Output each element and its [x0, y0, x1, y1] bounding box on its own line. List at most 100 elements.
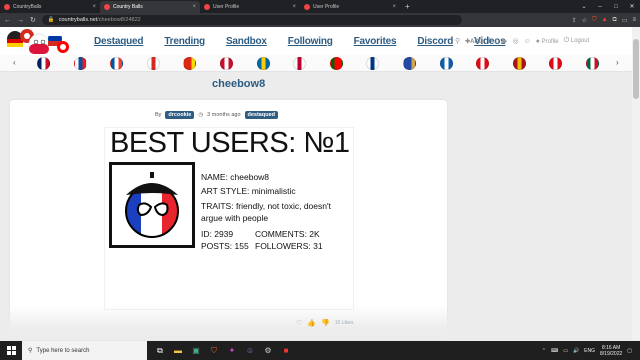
thumbs-down-icon[interactable]: 👎: [321, 319, 330, 327]
rewards-icon[interactable]: ▲: [602, 17, 608, 23]
facebook-icon[interactable]: f: [488, 38, 490, 45]
chevron-down-icon[interactable]: ⌄: [576, 1, 592, 13]
flag-canada-like-icon[interactable]: [146, 57, 160, 70]
flag-denmark-icon[interactable]: [220, 57, 233, 70]
lock-icon[interactable]: 🔒: [48, 17, 55, 23]
power-icon: ⏻: [563, 37, 570, 44]
france-ball-icon: [125, 172, 179, 238]
file-explorer-icon[interactable]: ▬: [169, 341, 187, 360]
twitter-icon[interactable]: t: [495, 38, 497, 45]
countryballs-favicon-icon: [104, 4, 110, 10]
close-tab-icon[interactable]: ×: [392, 4, 396, 10]
info-traits: TRAITS: friendly, not toxic, doesn't arg…: [201, 201, 331, 223]
search-icon[interactable]: ⚲: [455, 37, 460, 45]
countryballs-logo[interactable]: [3, 27, 73, 55]
nav-following[interactable]: Following: [288, 36, 333, 47]
forward-icon[interactable]: →: [17, 17, 24, 24]
brave-shield-icon[interactable]: ⛉: [592, 17, 597, 24]
info-id: ID: 2939: [201, 229, 234, 239]
discord-app-icon[interactable]: ☺: [241, 341, 259, 360]
volume-icon[interactable]: 🔊: [573, 348, 579, 354]
notifications-icon[interactable]: ▢: [627, 348, 632, 354]
browser-tab[interactable]: User Profile ×: [200, 1, 300, 13]
flag-japan-icon[interactable]: [293, 57, 307, 70]
keyboard-icon[interactable]: ⌨: [551, 348, 558, 354]
flag-uk-icon[interactable]: [37, 57, 50, 70]
language-indicator[interactable]: ENG: [584, 348, 595, 354]
reload-icon[interactable]: ↻: [30, 16, 36, 24]
chevron-up-icon[interactable]: ⌃: [542, 348, 546, 354]
youtube-icon[interactable]: ▶: [502, 37, 507, 45]
steam-icon[interactable]: ⚙: [259, 341, 277, 360]
flag-sweden-icon[interactable]: [256, 57, 270, 70]
flag-china-icon[interactable]: [183, 57, 197, 70]
extensions-icon[interactable]: ⧉: [613, 17, 617, 24]
profile-link[interactable]: ● Profile: [536, 38, 559, 45]
chevron-right-icon[interactable]: ›: [616, 58, 619, 67]
url-host: countryballs.net: [58, 17, 98, 23]
add-label: ADD: [470, 38, 484, 45]
nav-discord[interactable]: Discord: [417, 36, 453, 47]
flag-mexico-icon[interactable]: [586, 57, 599, 70]
scrollbar-thumb[interactable]: [633, 39, 639, 99]
app-icon[interactable]: ■: [277, 341, 295, 360]
tab-title: User Profile: [313, 4, 340, 10]
browser-tab[interactable]: User Profile ×: [300, 1, 400, 13]
network-icon[interactable]: ▭: [563, 348, 568, 354]
browser-tab-bar: CountryBalls × Country Balls × User Profil…: [0, 0, 640, 13]
close-tab-icon[interactable]: ×: [92, 4, 96, 10]
nav-favorites[interactable]: Favorites: [354, 36, 397, 47]
address-bar[interactable]: 🔒 countryballs.net/cheebow8/24822: [41, 15, 462, 25]
taskbar-search[interactable]: ⚲ Type here to search: [22, 341, 147, 360]
logout-link[interactable]: ⏻ Logout: [564, 37, 590, 45]
browser-tab[interactable]: CountryBalls ×: [0, 1, 100, 13]
nav-trending[interactable]: Trending: [164, 36, 205, 47]
back-icon[interactable]: ←: [4, 17, 11, 24]
taskbar-search-placeholder: Type here to search: [36, 347, 90, 354]
star-icon[interactable]: ☆: [582, 17, 587, 24]
system-tray: ⌃ ⌨ ▭ 🔊 ENG 8:16 AM 8/19/2022 ▢: [542, 345, 640, 357]
header-actions: ⚲ ✚ADD f t ▶ ◎ ☺ ● Profile ⏻ Logout: [455, 37, 589, 45]
browser-toolbar: ← → ↻ 🔒 countryballs.net/cheebow8/24822 …: [0, 13, 640, 27]
app-icon[interactable]: ▣: [187, 341, 205, 360]
browser-tab-active[interactable]: Country Balls ×: [100, 1, 200, 13]
flag-portugal-icon[interactable]: [329, 57, 343, 70]
app-icon[interactable]: ✦: [223, 341, 241, 360]
brave-browser-icon[interactable]: ⛉: [205, 341, 223, 360]
flag-finland-icon[interactable]: [366, 57, 380, 70]
share-icon[interactable]: ⇪: [572, 17, 577, 24]
taskbar-clock[interactable]: 8:16 AM 8/19/2022: [600, 345, 622, 357]
task-view-icon[interactable]: ⧉: [151, 341, 169, 360]
close-tab-icon[interactable]: ×: [192, 4, 196, 10]
flag-turkey-icon[interactable]: [549, 57, 563, 70]
window-icon[interactable]: ▭: [622, 17, 628, 24]
nav-sandbox[interactable]: Sandbox: [226, 36, 267, 47]
category-tag[interactable]: destaqued: [244, 111, 279, 119]
nav-destaqued[interactable]: Destaqued: [94, 36, 144, 47]
minimize-icon[interactable]: –: [592, 1, 608, 13]
windows-start-icon[interactable]: [0, 341, 22, 360]
flag-kosovo-icon[interactable]: [403, 57, 416, 70]
author-link[interactable]: drcookie: [165, 111, 195, 119]
close-tab-icon[interactable]: ×: [292, 4, 296, 10]
artwork-heading: BEST USERS: №1: [110, 127, 350, 159]
instagram-icon[interactable]: ◎: [512, 37, 518, 45]
extensions-area: ⇪ ☆ ⛉ ▲ ⧉ ▭ ≡: [572, 17, 636, 24]
add-button[interactable]: ✚ADD: [465, 38, 483, 45]
flag-spain-icon[interactable]: [512, 57, 526, 70]
chevron-left-icon[interactable]: ‹: [13, 58, 16, 67]
heart-icon[interactable]: ♡: [296, 319, 302, 327]
close-window-icon[interactable]: ✕: [624, 1, 640, 13]
menu-icon[interactable]: ≡: [632, 17, 636, 23]
new-tab-button[interactable]: +: [400, 1, 415, 13]
flag-greece-icon[interactable]: [439, 57, 453, 70]
site-header: Destaqued Trending Sandbox Following Fav…: [0, 27, 632, 55]
thumbs-up-icon[interactable]: 👍: [307, 319, 316, 327]
flag-france-icon[interactable]: [110, 57, 124, 70]
flag-slovenia-icon[interactable]: [73, 57, 87, 70]
page-scrollbar[interactable]: [632, 27, 640, 340]
flag-turkey-red-icon[interactable]: [476, 57, 490, 70]
discord-icon[interactable]: ☺: [524, 38, 531, 45]
clock-date: 8/19/2022: [600, 350, 623, 357]
maximize-icon[interactable]: □: [608, 1, 624, 13]
